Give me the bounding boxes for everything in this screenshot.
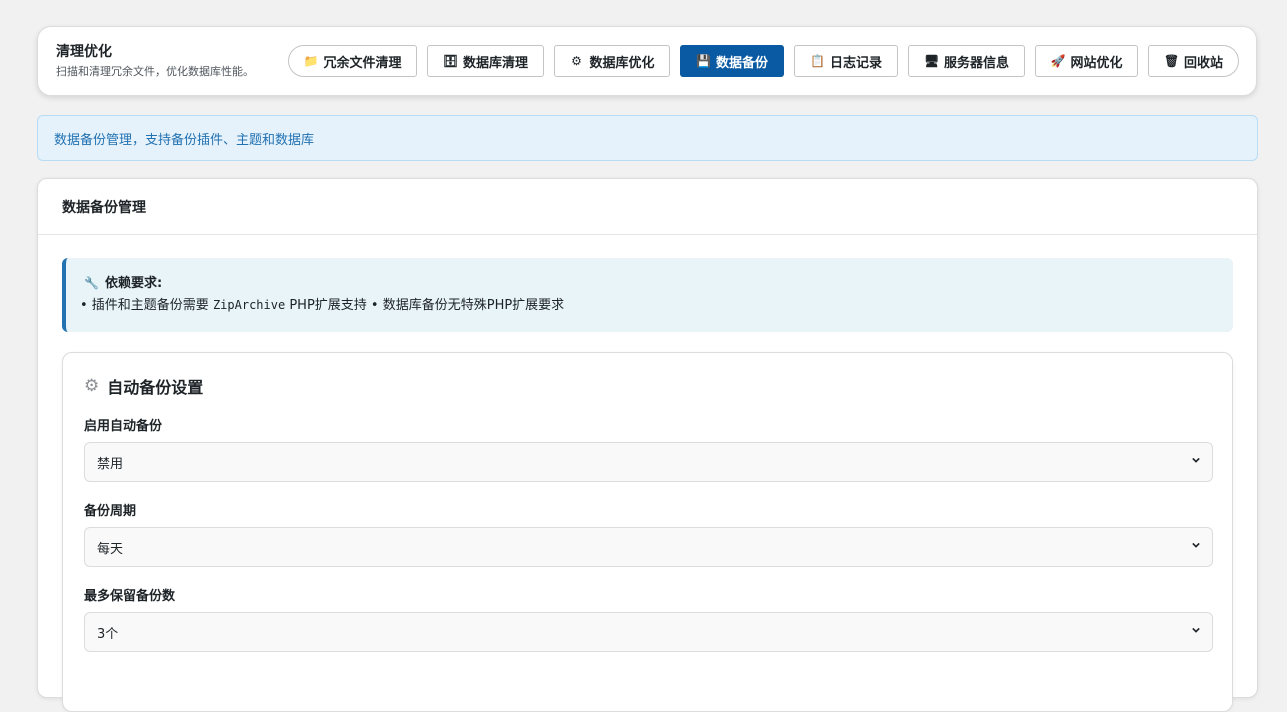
backup-period-label: 备份周期 [84, 504, 137, 519]
chevron-down-icon [1192, 627, 1200, 633]
tab-label: 数据库清理 [462, 55, 528, 71]
card-title: 数据备份管理 [38, 179, 1257, 235]
backup-period-select[interactable]: 每天 [84, 527, 1213, 567]
tab-label: 网站优化 [1070, 55, 1123, 71]
top-navigation-bar: 清理优化 扫描和清理冗余文件，优化数据库性能。 📁 冗余文件清理 🗄 数据库清理… [37, 26, 1257, 96]
dependency-notice: 🔧 依赖要求: • 插件和主题备份需要 ZipArchive PHP扩展支持 • … [62, 258, 1233, 332]
max-backups-select[interactable]: 3个 [84, 612, 1213, 652]
tab-label: 数据备份 [715, 55, 768, 71]
dependency-title-row: 🔧 依赖要求: [84, 273, 1233, 294]
tab-site-optimize[interactable]: 🚀 网站优化 [1035, 45, 1138, 77]
clipboard-icon: 📋 [809, 54, 825, 68]
select-value: 3个 [97, 626, 119, 642]
chevron-down-icon [1192, 457, 1200, 463]
dependency-text: • 插件和主题备份需要 ZipArchive PHP扩展支持 • 数据库备份无特… [80, 294, 1233, 317]
gear-icon: ⚙ [84, 376, 100, 396]
floppy-disk-icon: 💾 [695, 54, 711, 68]
monitor-icon: 🖥 [923, 54, 940, 68]
dependency-title: 依赖要求: [104, 276, 163, 291]
dependency-text-prefix: • 插件和主题备份需要 [80, 298, 209, 313]
select-value: 每天 [97, 541, 124, 557]
gear-icon: ⚙ [571, 54, 582, 68]
max-backups-label: 最多保留备份数 [84, 589, 176, 604]
settings-title: 自动备份设置 [107, 378, 204, 397]
wrench-icon: 🔧 [84, 276, 99, 290]
tab-server-info[interactable]: 🖥 服务器信息 [908, 45, 1025, 77]
settings-title-row: ⚙ 自动备份设置 [84, 374, 203, 398]
tab-label: 冗余文件清理 [323, 55, 402, 71]
dependency-code: ZipArchive [212, 298, 286, 312]
tab-label: 日志记录 [829, 55, 882, 71]
tab-recycle-bin[interactable]: 🗑 回收站 [1148, 45, 1239, 77]
enable-auto-backup-label: 启用自动备份 [84, 419, 163, 434]
tab-database-optimize[interactable]: ⚙ 数据库优化 [554, 45, 670, 77]
tab-logs[interactable]: 📋 日志记录 [794, 45, 898, 77]
trash-icon: 🗑 [1163, 54, 1180, 68]
tab-redundant-files[interactable]: 📁 冗余文件清理 [288, 45, 417, 77]
tab-database-cleanup[interactable]: 🗄 数据库清理 [427, 45, 544, 77]
tab-label: 数据库优化 [589, 55, 655, 71]
chevron-down-icon [1192, 542, 1200, 548]
tab-bar: 📁 冗余文件清理 🗄 数据库清理 ⚙ 数据库优化 💾 数据备份 📋 日志记录 🖥… [38, 27, 1256, 95]
tab-label: 回收站 [1183, 55, 1223, 71]
enable-auto-backup-select[interactable]: 禁用 [84, 442, 1213, 482]
tab-data-backup[interactable]: 💾 数据备份 [680, 45, 784, 77]
backup-card: 数据备份管理 🔧 依赖要求: • 插件和主题备份需要 ZipArchive PHP… [37, 178, 1258, 712]
select-value: 禁用 [97, 456, 124, 472]
auto-backup-settings: ⚙ 自动备份设置 启用自动备份 禁用 备份周期 每天 最多保留备份数 3个 [62, 352, 1233, 712]
tab-label: 服务器信息 [943, 55, 1009, 71]
info-notice: 数据备份管理，支持备份插件、主题和数据库 [37, 115, 1258, 161]
folder-icon: 📁 [303, 54, 319, 68]
database-icon: 🗄 [442, 54, 459, 68]
dependency-text-suffix: PHP扩展支持 • 数据库备份无特殊PHP扩展要求 [289, 298, 565, 313]
rocket-icon: 🚀 [1050, 54, 1066, 68]
